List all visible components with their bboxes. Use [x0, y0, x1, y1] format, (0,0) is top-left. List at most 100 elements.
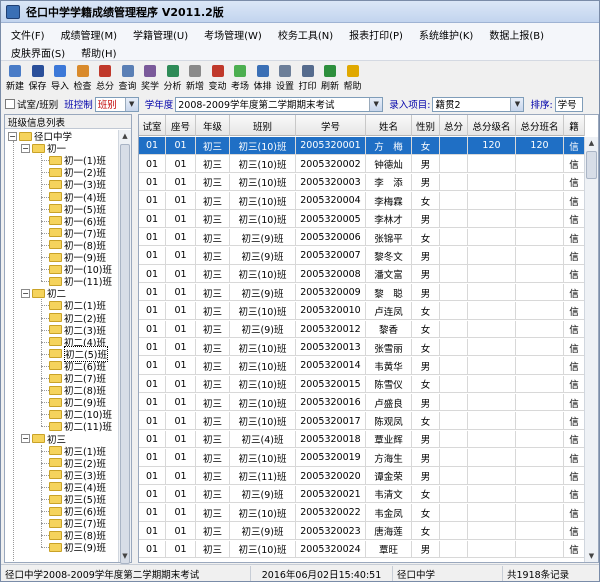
table-cell[interactable]: 初三(10)班	[230, 412, 296, 430]
table-cell[interactable]: 信	[564, 540, 585, 559]
table-cell[interactable]	[440, 302, 468, 320]
table-cell[interactable]: 2005320005	[296, 210, 366, 228]
table-cell[interactable]: 张雪丽	[366, 338, 412, 357]
table-cell[interactable]	[440, 448, 468, 467]
table-cell[interactable]	[516, 467, 564, 485]
table-row[interactable]: 01 01 初三 初三(9)班 2005320009 黎 聪男信	[139, 283, 585, 302]
table-cell[interactable]: 女	[412, 137, 440, 155]
table-cell[interactable]	[440, 522, 468, 540]
table-cell[interactable]: 初三(11)班	[230, 467, 296, 485]
table-row[interactable]: 01 01 初三 初三(9)班 2005320023 唐海莲女信	[139, 522, 585, 540]
table-cell[interactable]: 初三(10)班	[230, 375, 296, 394]
table-cell[interactable]	[440, 430, 468, 449]
table-cell[interactable]: 男	[412, 265, 440, 284]
table-cell[interactable]	[516, 228, 564, 247]
table-cell[interactable]: 李梅霖	[366, 192, 412, 210]
table-cell[interactable]: 信	[564, 504, 585, 522]
table-row[interactable]: 01 01 初三 初三(9)班 2005320007 黎冬文男信	[139, 247, 585, 265]
column-header[interactable]: 总分	[440, 115, 468, 136]
table-cell[interactable]: 男	[412, 467, 440, 485]
table-cell[interactable]	[440, 283, 468, 302]
table-cell[interactable]	[440, 338, 468, 357]
scroll-down-icon[interactable]: ▼	[119, 550, 131, 562]
table-row[interactable]: 01 01 初三 初三(10)班 2005320016 卢盛良男信	[139, 393, 585, 412]
collapse-icon[interactable]: −	[8, 131, 17, 141]
table-cell[interactable]: 01	[139, 265, 166, 284]
table-cell[interactable]	[468, 210, 516, 228]
table-cell[interactable]	[440, 375, 468, 394]
table-cell[interactable]: 信	[564, 192, 585, 210]
table-cell[interactable]: 信	[564, 485, 585, 504]
table-cell[interactable]: 01	[166, 430, 196, 449]
table-cell[interactable]: 卢连凤	[366, 302, 412, 320]
table-cell[interactable]	[468, 265, 516, 284]
table-cell[interactable]: 01	[139, 448, 166, 467]
tree-node-grade[interactable]: − 初三	[21, 433, 66, 446]
table-cell[interactable]: 李林才	[366, 210, 412, 228]
table-cell[interactable]: 01	[139, 504, 166, 522]
collapse-icon[interactable]: −	[21, 143, 30, 153]
table-cell[interactable]	[440, 485, 468, 504]
table-cell[interactable]: 初三	[196, 504, 230, 522]
table-row[interactable]: 01 01 初三 初三(10)班 2005320017 陈观凤女信	[139, 412, 585, 430]
table-cell[interactable]: 01	[139, 467, 166, 485]
table-cell[interactable]	[516, 448, 564, 467]
table-cell[interactable]	[440, 137, 468, 155]
table-cell[interactable]	[516, 375, 564, 394]
toolbar-button-pe-rank[interactable]: 体排	[252, 62, 274, 94]
table-cell[interactable]: 男	[412, 283, 440, 302]
table-cell[interactable]	[516, 540, 564, 559]
table-cell[interactable]: 01	[166, 338, 196, 357]
table-cell[interactable]: 01	[166, 265, 196, 284]
table-cell[interactable]	[516, 522, 564, 540]
table-cell[interactable]	[516, 210, 564, 228]
table-cell[interactable]: 女	[412, 338, 440, 357]
table-cell[interactable]	[468, 357, 516, 375]
table-row[interactable]: 01 01 初三 初三(10)班 2005320014 韦黄华男信	[139, 357, 585, 375]
table-cell[interactable]: 初三	[196, 412, 230, 430]
table-cell[interactable]: 2005320013	[296, 338, 366, 357]
table-row[interactable]: 01 01 初三 初三(10)班 2005320004 李梅霖女信	[139, 192, 585, 210]
table-cell[interactable]: 01	[139, 137, 166, 155]
table-cell[interactable]: 女	[412, 485, 440, 504]
table-cell[interactable]	[440, 412, 468, 430]
scroll-down-icon[interactable]: ▼	[585, 550, 598, 562]
table-cell[interactable]: 01	[166, 448, 196, 467]
table-cell[interactable]: 信	[564, 338, 585, 357]
table-row[interactable]: 01 01 初三 初三(10)班 2005320002 钟德灿男信	[139, 155, 585, 173]
table-cell[interactable]: 01	[139, 320, 166, 339]
table-cell[interactable]: 初三	[196, 155, 230, 173]
table-cell[interactable]: 初三	[196, 265, 230, 284]
table-cell[interactable]: 初三	[196, 375, 230, 394]
table-cell[interactable]: 潘文富	[366, 265, 412, 284]
table-cell[interactable]	[468, 228, 516, 247]
table-cell[interactable]: 01	[139, 283, 166, 302]
table-row[interactable]: 01 01 初三 初三(10)班 2005320003 李 添男信	[139, 173, 585, 192]
toolbar-button-check[interactable]: 检查	[72, 62, 94, 94]
table-cell[interactable]	[468, 485, 516, 504]
table-cell[interactable]: 初三(10)班	[230, 393, 296, 412]
toolbar-button-analysis[interactable]: 分析	[162, 62, 184, 94]
table-cell[interactable]: 01	[166, 283, 196, 302]
table-cell[interactable]: 01	[166, 485, 196, 504]
table-cell[interactable]: 信	[564, 247, 585, 265]
toolbar-button-import[interactable]: 导入	[49, 62, 71, 94]
table-cell[interactable]: 2005320003	[296, 173, 366, 192]
table-cell[interactable]: 信	[564, 320, 585, 339]
column-header[interactable]: 总分级名	[468, 115, 516, 136]
table-cell[interactable]: 01	[166, 412, 196, 430]
tree-node-class[interactable]: 初三(9)班	[49, 541, 106, 554]
table-cell[interactable]: 黎香	[366, 320, 412, 339]
menu-item[interactable]: 系统维护(K)	[411, 27, 481, 42]
table-cell[interactable]: 01	[139, 338, 166, 357]
table-cell[interactable]	[440, 540, 468, 559]
table-cell[interactable]: 初三	[196, 228, 230, 247]
toolbar-button-change[interactable]: 变动	[207, 62, 229, 94]
menu-item[interactable]: 文件(F)	[1, 27, 53, 42]
tree-node-grade[interactable]: − 初二	[21, 287, 66, 300]
table-row[interactable]: 01 01 初三 初三(10)班 2005320008 潘文富男信	[139, 265, 585, 284]
column-header[interactable]: 座号	[166, 115, 196, 136]
chevron-down-icon[interactable]: ▼	[369, 97, 383, 111]
table-cell[interactable]: 女	[412, 228, 440, 247]
table-row[interactable]: 01 01 初三 初三(11)班 2005320020 谭金荣男信	[139, 467, 585, 485]
